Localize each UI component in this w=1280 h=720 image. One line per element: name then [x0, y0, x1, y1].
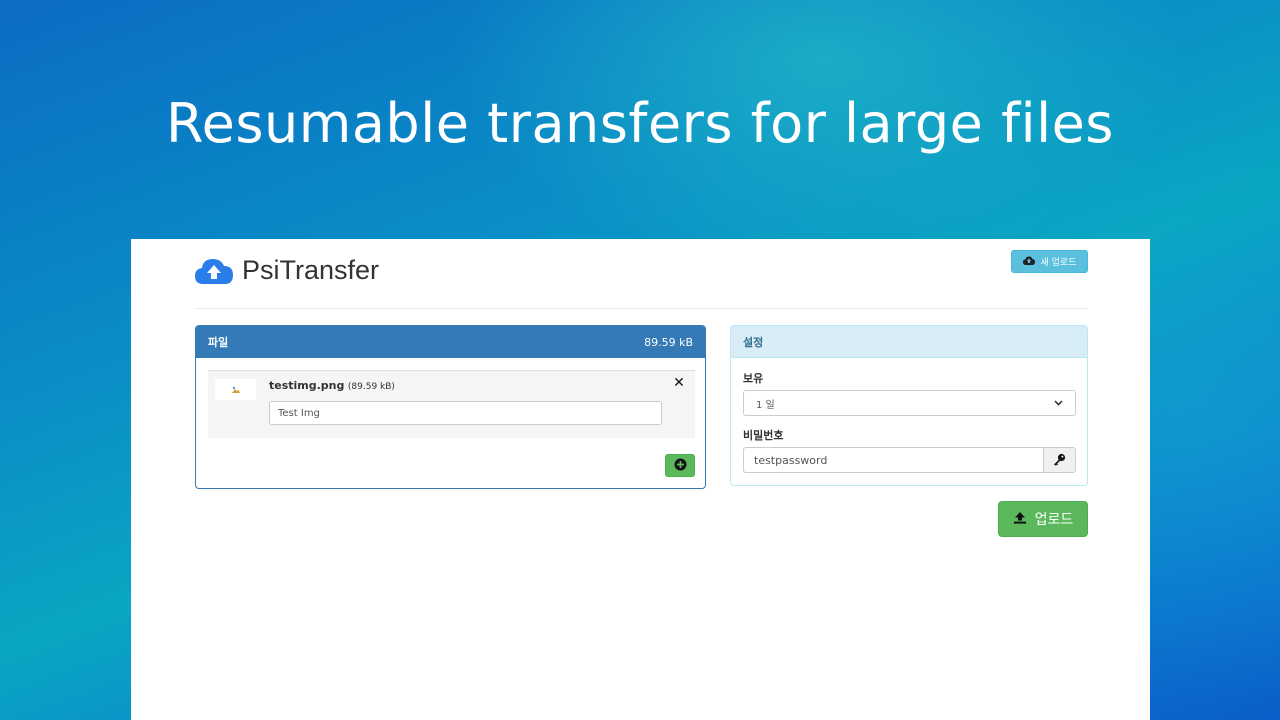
file-comment-input[interactable]: Test Img [269, 401, 662, 425]
cloud-upload-icon [1022, 256, 1035, 268]
file-size: (89.59 kB) [347, 382, 395, 392]
page-headline: Resumable transfers for large files [166, 92, 1114, 155]
password-label: 비밀번호 [743, 429, 784, 442]
cloud-upload-icon [194, 256, 234, 286]
brand-name: PsiTransfer [242, 255, 380, 285]
file-name: testimg.png [269, 379, 345, 392]
image-icon [215, 379, 256, 400]
chevron-down-icon [1054, 398, 1063, 409]
settings-panel: 설정 보유 1 일 비밀번호 testpassword [730, 325, 1088, 486]
upload-label: 업로드 [1034, 512, 1074, 528]
password-group: testpassword [743, 447, 1076, 473]
plus-circle-icon [674, 456, 687, 475]
retention-select[interactable]: 1 일 [743, 390, 1076, 416]
header-divider [194, 308, 1088, 309]
list-item: testimg.png (89.59 kB) ✕ Test Img [208, 370, 695, 438]
retention-label: 보유 [743, 372, 764, 385]
files-total-size: 89.59 kB [644, 335, 693, 349]
generate-password-button[interactable] [1043, 447, 1076, 473]
files-panel: 파일 89.59 kB testimg.png (89.59 kB) ✕ Tes… [195, 325, 706, 489]
upload-button[interactable]: 업로드 [998, 501, 1088, 537]
new-upload-label: 새 업로드 [1040, 258, 1077, 268]
settings-panel-title: 설정 [731, 326, 1087, 358]
brand[interactable]: PsiTransfer [194, 255, 379, 286]
files-panel-heading: 파일 89.59 kB [196, 326, 705, 358]
add-file-button[interactable] [665, 454, 695, 477]
app-window: PsiTransfer 새 업로드 파일 89.59 kB testimg.pn… [131, 239, 1150, 720]
file-name-line: testimg.png (89.59 kB) [269, 379, 395, 392]
key-icon [1053, 451, 1066, 470]
password-input[interactable]: testpassword [743, 447, 1043, 473]
files-panel-title: 파일 [208, 336, 229, 349]
retention-value: 1 일 [756, 399, 775, 411]
new-upload-button[interactable]: 새 업로드 [1011, 250, 1088, 273]
close-icon[interactable]: ✕ [672, 375, 686, 391]
upload-icon [1013, 511, 1027, 528]
